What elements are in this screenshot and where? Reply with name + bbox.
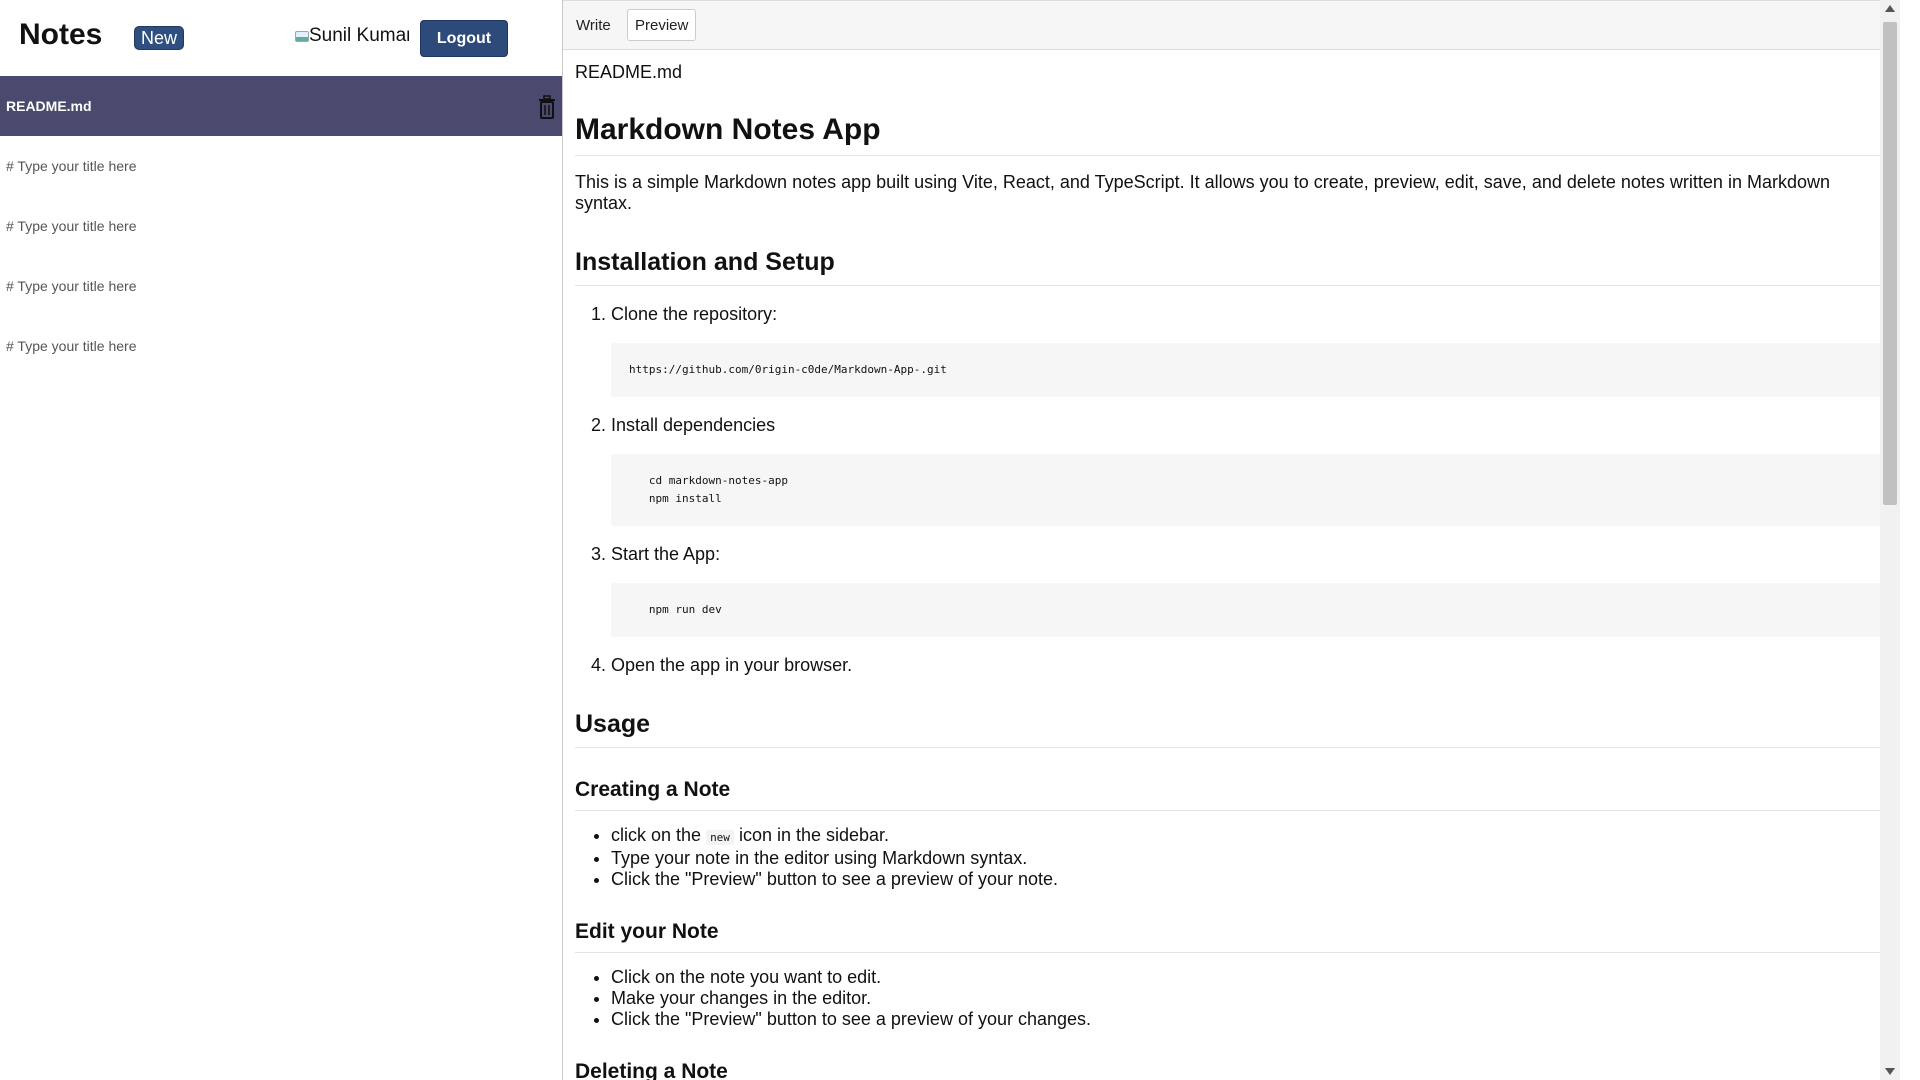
new-note-button[interactable]: New bbox=[134, 26, 185, 50]
creating-heading: Creating a Note bbox=[575, 778, 1888, 811]
step-label: Open the app in your browser. bbox=[611, 655, 853, 675]
edit-heading: Edit your Note bbox=[575, 920, 1888, 953]
note-list: README.md # Type your title here # Type … bbox=[0, 76, 562, 376]
preview-filename: README.md bbox=[575, 62, 683, 82]
sidebar-header: Notes New Sunil Kumar Logout bbox=[0, 0, 562, 76]
install-heading: Installation and Setup bbox=[575, 248, 1888, 286]
usage-heading: Usage bbox=[575, 710, 1888, 748]
install-steps: Clone the repository: https://github.com… bbox=[575, 304, 1888, 676]
broken-image-icon bbox=[294, 29, 309, 42]
note-title: README.md bbox=[6, 98, 92, 114]
note-item[interactable]: # Type your title here bbox=[0, 196, 562, 256]
tab-write[interactable]: Write bbox=[569, 9, 618, 41]
list-item: Make your changes in the editor. bbox=[611, 988, 1888, 1009]
code-block: https://github.com/0rigin-c0de/Markdown-… bbox=[611, 343, 1888, 397]
trash-icon[interactable] bbox=[537, 95, 557, 119]
editor-pane: Write Preview README.md Markdown Notes A… bbox=[563, 0, 1900, 1080]
preview-description: This is a simple Markdown notes app buil… bbox=[575, 172, 1830, 213]
list-item: Type your note in the editor using Markd… bbox=[611, 848, 1888, 869]
scroll-down-icon[interactable] bbox=[1885, 1068, 1895, 1075]
tab-preview[interactable]: Preview bbox=[627, 9, 697, 41]
note-item[interactable]: # Type your title here bbox=[0, 136, 562, 196]
preview-content: README.md Markdown Notes App This is a s… bbox=[563, 62, 1900, 1080]
list-item: click on the new icon in the sidebar. bbox=[611, 825, 1888, 848]
step-item: Open the app in your browser. bbox=[611, 655, 1888, 676]
note-title: # Type your title here bbox=[6, 218, 137, 234]
creating-list: click on the new icon in the sidebar. Ty… bbox=[575, 825, 1888, 890]
list-text: click on the bbox=[611, 825, 702, 845]
user-name: Sunil Kumar bbox=[309, 25, 409, 46]
note-item[interactable]: # Type your title here bbox=[0, 256, 562, 316]
code-block: npm run dev bbox=[611, 583, 1888, 637]
step-item: Install dependencies cd markdown-notes-a… bbox=[611, 415, 1888, 526]
step-item: Start the App: npm run dev bbox=[611, 544, 1888, 637]
note-title: # Type your title here bbox=[6, 278, 137, 294]
inline-code: new bbox=[706, 830, 734, 845]
list-item: Click the "Preview" button to see a prev… bbox=[611, 869, 1888, 890]
step-label: Clone the repository: bbox=[611, 304, 778, 324]
preview-title: Markdown Notes App bbox=[575, 113, 1888, 156]
step-item: Clone the repository: https://github.com… bbox=[611, 304, 1888, 397]
note-item[interactable]: # Type your title here bbox=[0, 316, 562, 376]
app-title: Notes bbox=[19, 18, 103, 51]
note-title: # Type your title here bbox=[6, 338, 137, 354]
list-item: Click on the note you want to edit. bbox=[611, 967, 1888, 988]
sidebar: Notes New Sunil Kumar Logout README.md #… bbox=[0, 0, 562, 1080]
delete-heading: Deleting a Note bbox=[575, 1060, 1888, 1080]
edit-list: Click on the note you want to edit. Make… bbox=[575, 967, 1888, 1030]
logout-button[interactable]: Logout bbox=[420, 20, 508, 57]
list-item: Click the "Preview" button to see a prev… bbox=[611, 1009, 1888, 1030]
user-avatar: Sunil Kumar bbox=[294, 25, 409, 49]
note-title: # Type your title here bbox=[6, 158, 137, 174]
step-label: Start the App: bbox=[611, 544, 721, 564]
list-text: icon in the sidebar. bbox=[738, 825, 890, 845]
code-block: cd markdown-notes-app npm install bbox=[611, 454, 1888, 526]
step-label: Install dependencies bbox=[611, 415, 776, 435]
scrollbar[interactable] bbox=[1880, 0, 1900, 1080]
scroll-up-icon[interactable] bbox=[1885, 5, 1895, 12]
tab-bar: Write Preview bbox=[563, 0, 1900, 50]
note-item-readme[interactable]: README.md bbox=[0, 76, 562, 136]
scrollbar-thumb[interactable] bbox=[1883, 22, 1897, 505]
